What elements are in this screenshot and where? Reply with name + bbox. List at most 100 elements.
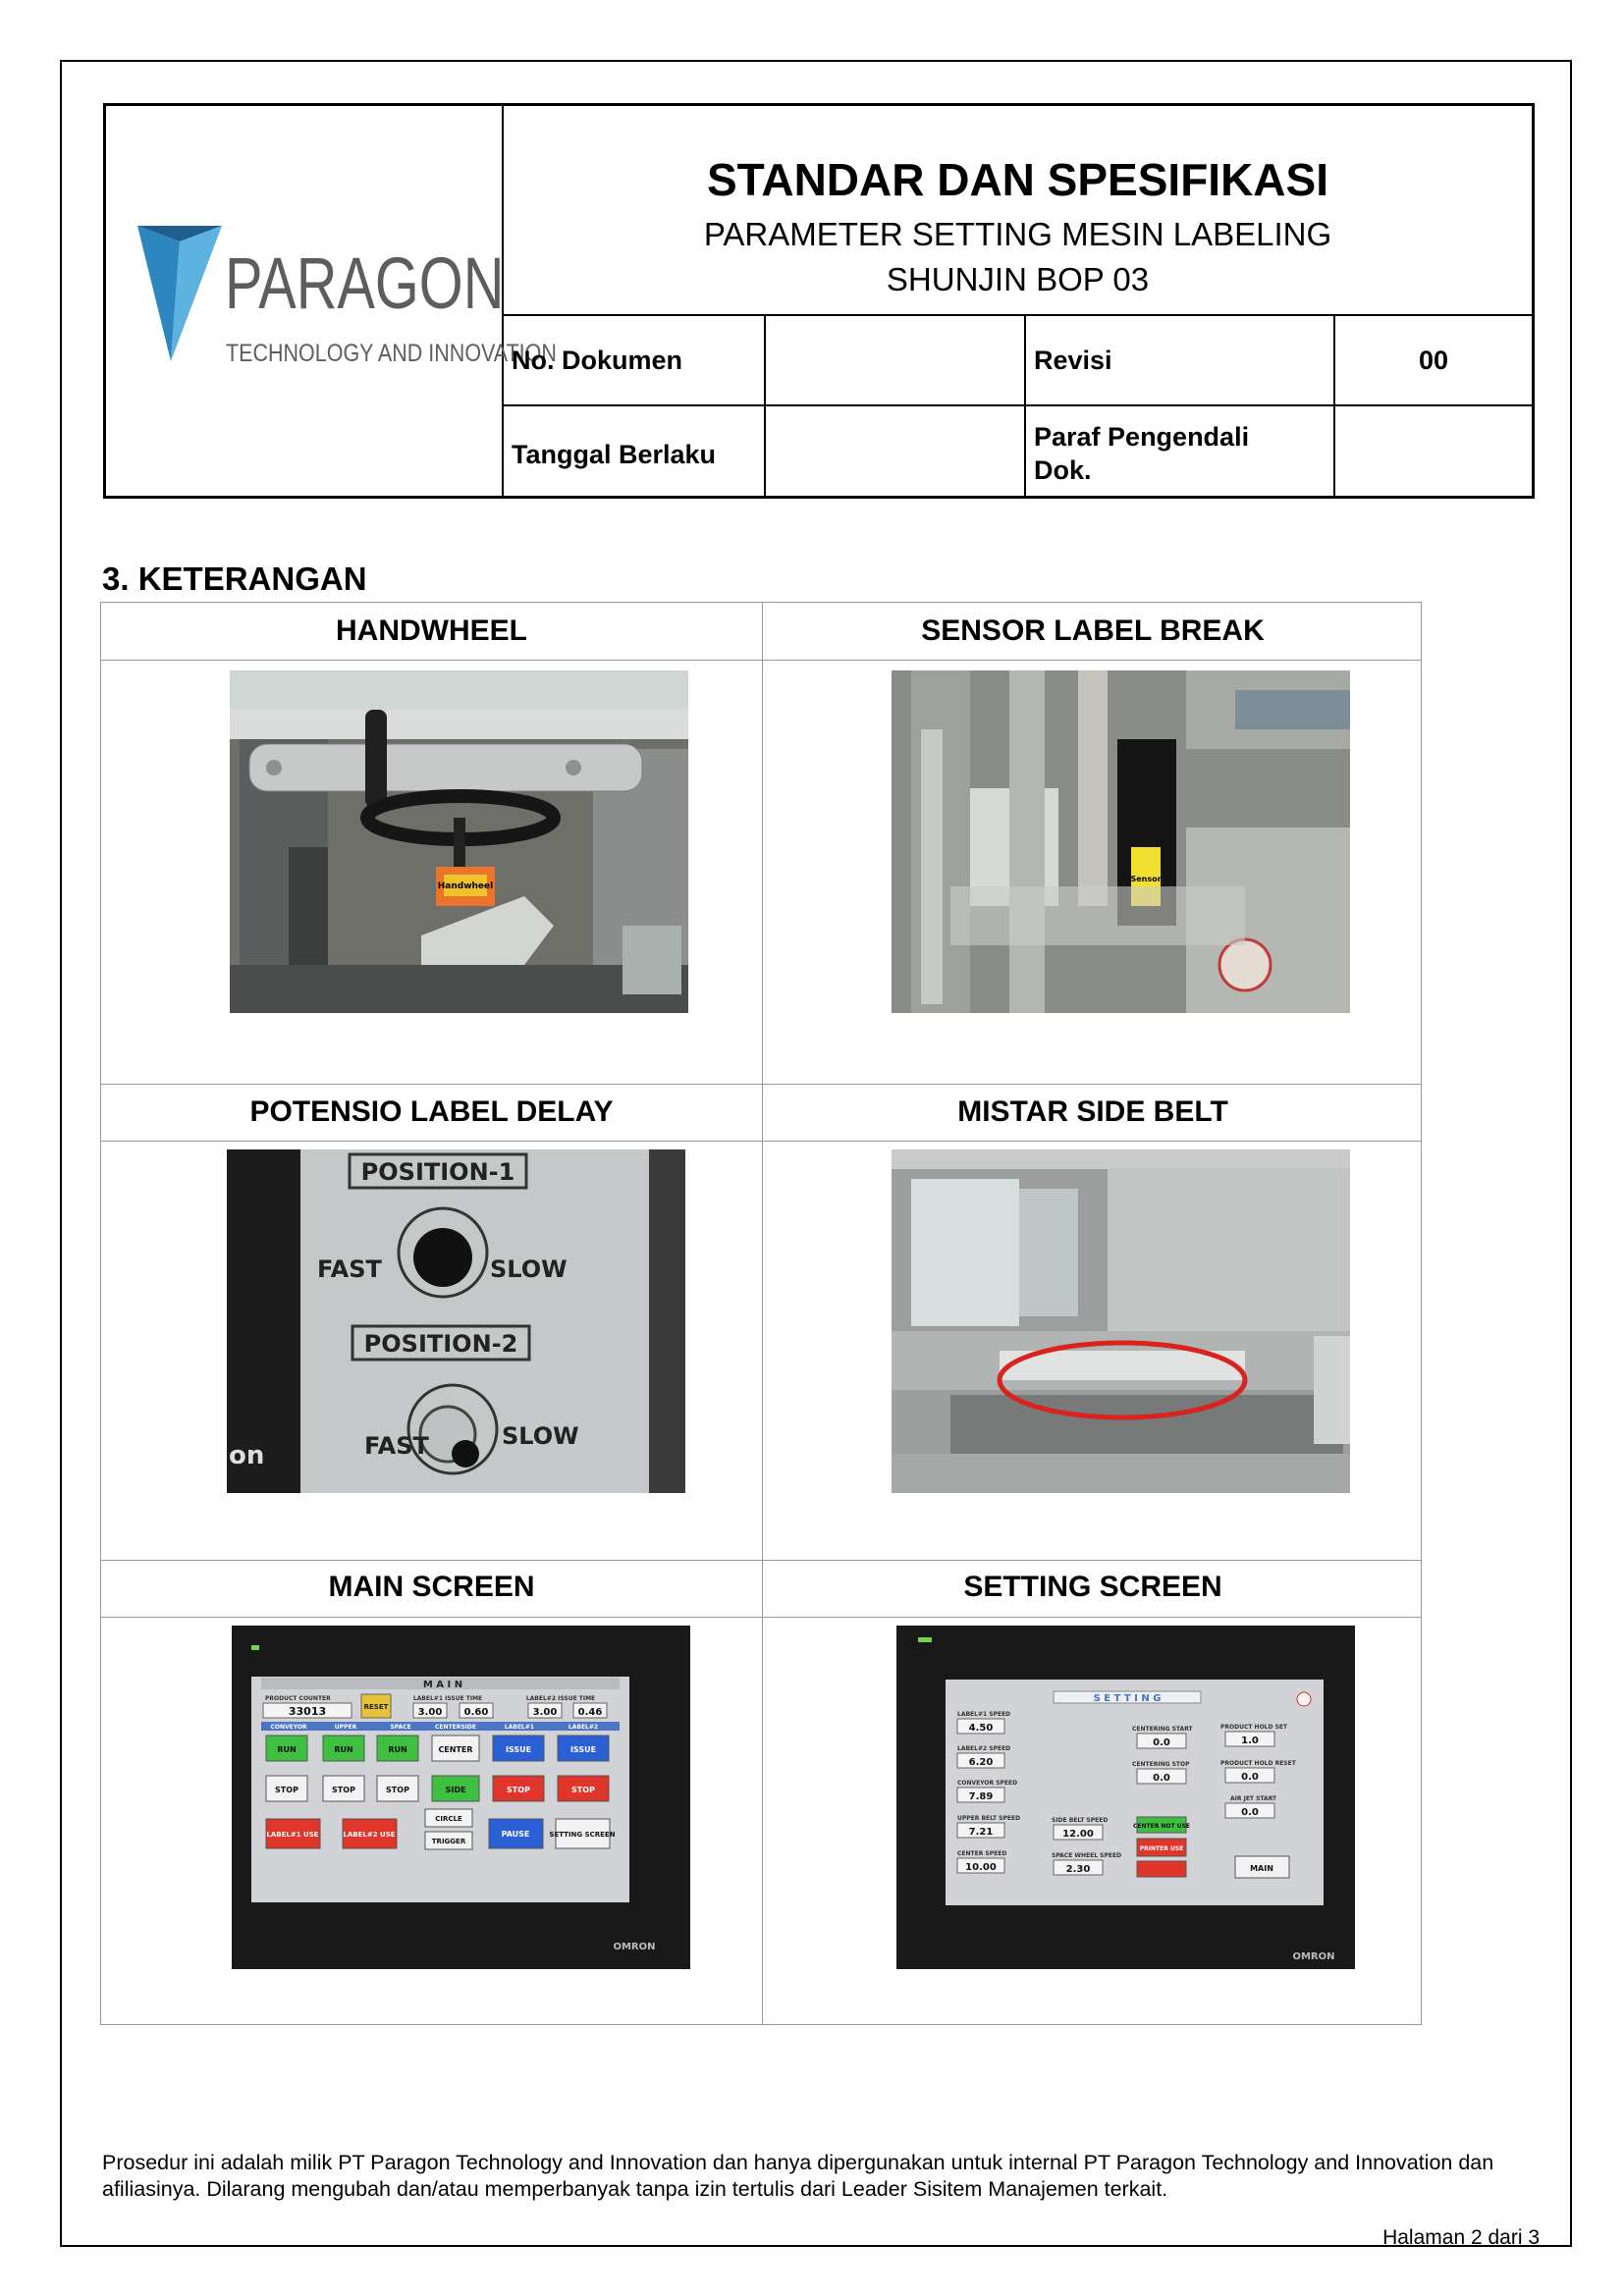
svg-text:3.00: 3.00 <box>418 1707 443 1718</box>
svg-text:STOP: STOP <box>332 1786 355 1794</box>
svg-text:0.0: 0.0 <box>1241 1772 1259 1783</box>
svg-text:CENTERSIDE: CENTERSIDE <box>435 1724 476 1731</box>
svg-text:RUN: RUN <box>388 1745 406 1754</box>
svg-text:CENTER SPEED: CENTER SPEED <box>957 1850 1006 1857</box>
fast-text-1: FAST <box>317 1255 383 1283</box>
document-subtitle: PARAMETER SETTING MESIN LABELING <box>703 216 1332 252</box>
svg-text:2.30: 2.30 <box>1066 1864 1091 1875</box>
svg-text:CENTER NOT USE: CENTER NOT USE <box>1133 1823 1190 1830</box>
svg-text:PRODUCT HOLD SET: PRODUCT HOLD SET <box>1220 1724 1288 1731</box>
revisi-label: Revisi <box>1034 346 1112 375</box>
svg-text:TRIGGER: TRIGGER <box>432 1838 466 1845</box>
document-title: STANDAR DAN SPESIFIKASI <box>707 154 1328 205</box>
svg-text:LABEL#1 USE: LABEL#1 USE <box>266 1831 318 1839</box>
section-title: 3. KETERANGAN <box>102 561 367 597</box>
no-dokumen-label: No. Dokumen <box>512 346 683 375</box>
handwheel-photo: Handwheel <box>230 670 688 1013</box>
caption-sensor-label-break: SENSOR LABEL BREAK <box>921 614 1265 647</box>
svg-text:LABEL#1: LABEL#1 <box>505 1724 534 1731</box>
paraf-label-line-2: Dok. <box>1034 455 1092 485</box>
svg-text:CENTERING STOP: CENTERING STOP <box>1132 1761 1190 1768</box>
footer-disclaimer: Prosedur ini adalah milik PT Paragon Tec… <box>102 2151 1494 2201</box>
machine-name: SHUNJIN BOP 03 <box>886 261 1150 297</box>
setting-screen-photo: S E T T I N G LABEL#1 SPEED 4.50 LABEL#2… <box>896 1626 1355 1969</box>
page-number: Halaman 2 dari 3 <box>1382 2226 1540 2249</box>
sensor-tag-text: Sensor <box>1130 875 1161 883</box>
svg-text:AIR JET START: AIR JET START <box>1230 1795 1277 1802</box>
svg-text:on: on <box>229 1441 264 1470</box>
svg-text:7.21: 7.21 <box>969 1827 994 1838</box>
sensor-label-break-photo: Sensor <box>892 670 1350 1013</box>
svg-text:10.00: 10.00 <box>965 1862 997 1873</box>
paraf-label-line-1: Paraf Pengendali <box>1034 422 1250 452</box>
revisi-value-cell: 00 <box>1335 314 1532 404</box>
omron-text-setting: OMRON <box>1292 1951 1334 1962</box>
revisi-value: 00 <box>1418 346 1449 375</box>
revisi-label-cell: Revisi <box>1026 314 1333 404</box>
svg-text:4.50: 4.50 <box>969 1723 994 1734</box>
svg-text:SIDE: SIDE <box>446 1786 466 1794</box>
svg-text:LABEL#2 ISSUE TIME: LABEL#2 ISSUE TIME <box>526 1695 595 1702</box>
svg-text:PRINTER USE: PRINTER USE <box>1140 1845 1183 1852</box>
no-dokumen-value <box>766 314 1024 404</box>
svg-text:LABEL#2 SPEED: LABEL#2 SPEED <box>957 1745 1010 1752</box>
caption-mistar-side-belt: MISTAR SIDE BELT <box>957 1095 1228 1128</box>
omron-text-main: OMRON <box>613 1942 655 1952</box>
paragon-logo: PARAGON TECHNOLOGY AND INNOVATION <box>137 212 557 399</box>
svg-text:LABEL#2 USE: LABEL#2 USE <box>343 1831 395 1839</box>
svg-text:PRODUCT HOLD RESET: PRODUCT HOLD RESET <box>1220 1760 1297 1767</box>
position-2-text: POSITION-2 <box>364 1330 518 1358</box>
handwheel-tag-text: Handwheel <box>438 881 493 891</box>
svg-text:MAIN: MAIN <box>1250 1864 1273 1873</box>
svg-text:RESET: RESET <box>364 1703 389 1711</box>
svg-text:CENTER: CENTER <box>438 1745 472 1754</box>
position-1-text: POSITION-1 <box>361 1158 515 1186</box>
paraf-label-cell: Paraf Pengendali Dok. <box>1026 406 1333 496</box>
svg-text:7.89: 7.89 <box>969 1791 994 1802</box>
svg-text:0.46: 0.46 <box>578 1707 603 1718</box>
fast-text-2: FAST <box>364 1432 430 1460</box>
svg-text:0.0: 0.0 <box>1153 1773 1170 1784</box>
svg-text:3.00: 3.00 <box>533 1707 558 1718</box>
svg-text:STOP: STOP <box>507 1786 530 1794</box>
slow-text-2: SLOW <box>502 1422 579 1450</box>
svg-text:UPPER: UPPER <box>335 1724 357 1731</box>
svg-text:1.0: 1.0 <box>1241 1735 1259 1746</box>
svg-text:33013: 33013 <box>289 1705 326 1718</box>
svg-text:ISSUE: ISSUE <box>570 1745 596 1754</box>
slow-text-1: SLOW <box>490 1255 568 1283</box>
keterangan-table: HANDWHEEL SENSOR LABEL BREAK POTENSIO LA… <box>100 602 1422 2025</box>
svg-text:STOP: STOP <box>275 1786 298 1794</box>
svg-text:CONVEYOR: CONVEYOR <box>270 1724 306 1731</box>
svg-text:RUN: RUN <box>277 1745 296 1754</box>
caption-setting-screen: SETTING SCREEN <box>963 1571 1222 1603</box>
svg-text:SPACE WHEEL SPEED: SPACE WHEEL SPEED <box>1052 1852 1121 1859</box>
svg-text:12.00: 12.00 <box>1062 1829 1094 1840</box>
paragon-logo-mark-icon <box>137 226 222 361</box>
logo-cell: PARAGON TECHNOLOGY AND INNOVATION <box>106 106 557 496</box>
document-header: PARAGON TECHNOLOGY AND INNOVATION STANDA… <box>103 103 1535 499</box>
svg-text:SETTING SCREEN: SETTING SCREEN <box>549 1831 615 1839</box>
setting-screen-title: S E T T I N G <box>1094 1693 1162 1704</box>
svg-text:CIRCLE: CIRCLE <box>435 1815 462 1823</box>
svg-text:LABEL#2: LABEL#2 <box>568 1724 598 1731</box>
paraf-value <box>1335 406 1532 496</box>
logo-word: PARAGON <box>225 242 505 324</box>
no-dokumen-label-cell: No. Dokumen <box>504 314 764 404</box>
svg-text:LABEL#1 SPEED: LABEL#1 SPEED <box>957 1711 1010 1718</box>
svg-text:0.0: 0.0 <box>1153 1737 1170 1748</box>
svg-text:STOP: STOP <box>386 1786 409 1794</box>
mistar-side-belt-photo <box>892 1149 1350 1493</box>
tanggal-value <box>766 406 1024 496</box>
svg-text:0.60: 0.60 <box>464 1707 489 1718</box>
svg-text:RUN: RUN <box>334 1745 352 1754</box>
tanggal-label-cell: Tanggal Berlaku <box>504 406 764 496</box>
title-cell: STANDAR DAN SPESIFIKASI PARAMETER SETTIN… <box>504 106 1532 316</box>
svg-text:ISSUE: ISSUE <box>506 1745 531 1754</box>
tanggal-berlaku-label: Tanggal Berlaku <box>512 440 717 469</box>
potensio-label-delay-photo: POSITION-1 FAST SLOW POSITION-2 FAST SLO… <box>227 1149 685 1493</box>
svg-text:6.20: 6.20 <box>969 1757 994 1768</box>
svg-text:LABEL#1 ISSUE TIME: LABEL#1 ISSUE TIME <box>413 1695 482 1702</box>
caption-main-screen: MAIN SCREEN <box>328 1571 535 1603</box>
caption-potensio-label-delay: POTENSIO LABEL DELAY <box>249 1095 614 1128</box>
